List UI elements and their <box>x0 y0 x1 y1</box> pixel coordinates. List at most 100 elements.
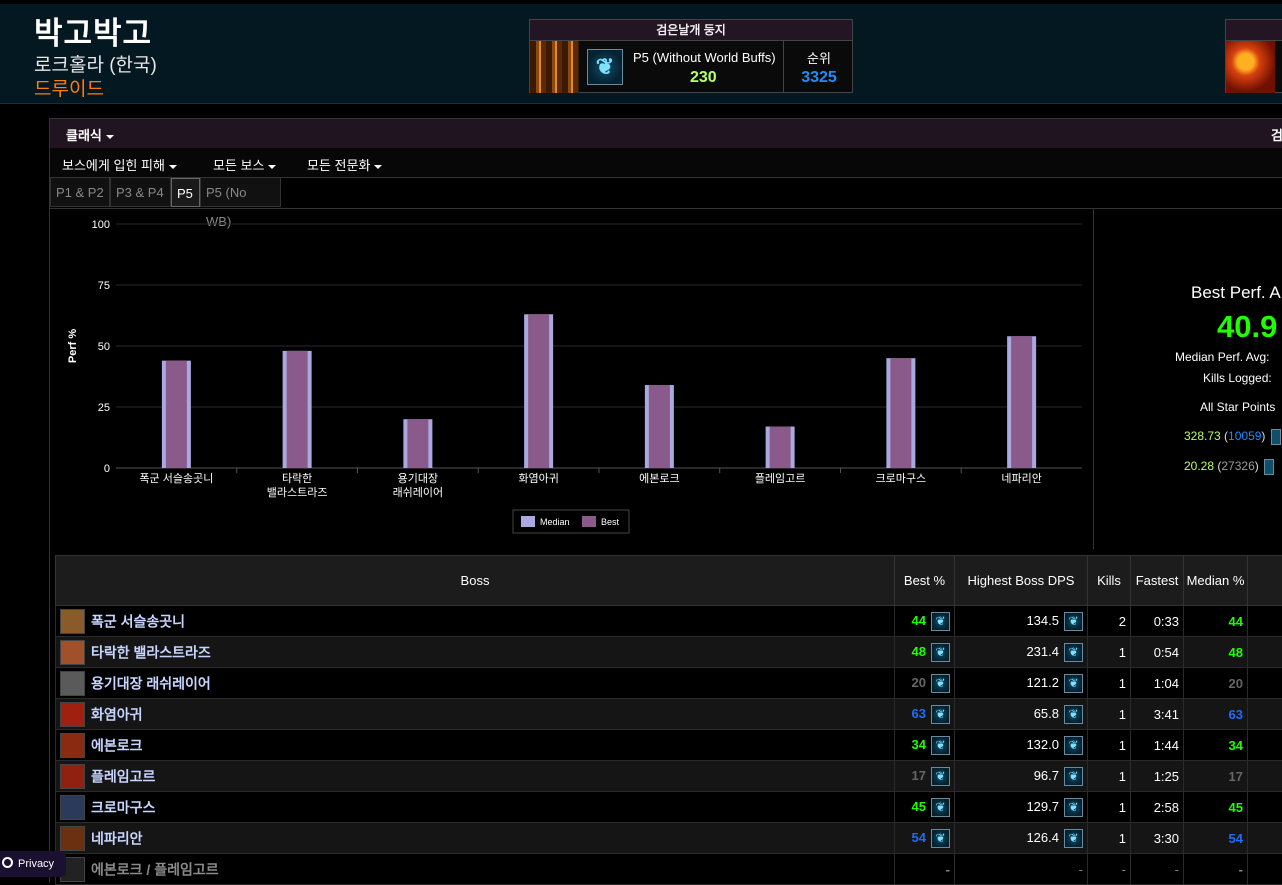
median-pct: 34 <box>1229 738 1243 753</box>
kills-logged-label: Kills Logged: <box>1203 371 1272 385</box>
best-pct-cell[interactable]: 63❦ <box>895 699 955 730</box>
boss-cell[interactable]: 에본로크 <box>56 730 895 761</box>
highest-dps: 231.4 <box>1026 643 1059 658</box>
tab-p5[interactable]: P5 <box>171 178 200 207</box>
median-pct: 20 <box>1229 676 1243 691</box>
fastest-time: 2:58 <box>1154 800 1179 815</box>
best-pct-cell[interactable]: 44❦ <box>895 606 955 637</box>
boss-filter-dropdown[interactable]: 모든 보스 <box>213 155 276 174</box>
boss-cell[interactable]: 용기대장 래쉬레이어 <box>56 668 895 699</box>
paw-icon: ❦ <box>931 736 950 755</box>
dps-cell[interactable]: 96.7❦ <box>955 761 1088 792</box>
boss-cell[interactable]: 네파리안 <box>56 823 895 854</box>
median-cell: 48 <box>1184 637 1248 668</box>
column-header-kills[interactable]: Kills <box>1088 556 1131 606</box>
boss-name-link[interactable]: 네파리안 <box>91 830 143 846</box>
zone-partition-label: P5 (Without World Buffs) <box>633 50 776 65</box>
dps-cell[interactable]: 65.8❦ <box>955 699 1088 730</box>
boss-cell[interactable]: 에본로크 / 플레임고르 <box>56 854 895 885</box>
best-pct-cell[interactable]: 54❦ <box>895 823 955 854</box>
boss-name-link[interactable]: 폭군 서슬송곳니 <box>91 613 185 629</box>
spec-filter-dropdown[interactable]: 모든 전문화 <box>307 155 382 174</box>
boss-icon <box>60 826 85 851</box>
boss-name-link[interactable]: 화염아귀 <box>91 706 143 722</box>
tab-p1-p2[interactable]: P1 & P2 <box>50 178 110 207</box>
table-row[interactable]: 타락한 밸라스트라즈48❦231.4❦10:5448 <box>56 637 1282 668</box>
metric-dropdown[interactable]: 클래식 <box>66 125 114 144</box>
all-star-row: 328.73 (10059) <box>1184 429 1281 445</box>
paw-icon: ❦ <box>931 798 950 817</box>
dps-cell[interactable]: 231.4❦ <box>955 637 1088 668</box>
median-cell: - <box>1184 854 1248 885</box>
dps-cell[interactable]: 121.2❦ <box>955 668 1088 699</box>
column-header-dps[interactable]: Highest Boss DPS <box>955 556 1088 606</box>
zone-summary-box-2[interactable] <box>1225 19 1282 93</box>
table-row[interactable]: 에본로크 / 플레임고르----- <box>56 854 1282 885</box>
damage-filter-dropdown[interactable]: 보스에게 입힌 피해 <box>62 155 177 174</box>
dps-cell[interactable]: - <box>955 854 1088 885</box>
paw-icon: ❦ <box>931 767 950 786</box>
paw-icon: ❦ <box>587 49 623 85</box>
fastest-cell: 0:54 <box>1131 637 1184 668</box>
highest-dps: 126.4 <box>1026 829 1059 844</box>
table-row[interactable]: 네파리안54❦126.4❦13:3054 <box>56 823 1282 854</box>
boss-cell[interactable]: 화염아귀 <box>56 699 895 730</box>
fastest-time: 3:41 <box>1154 707 1179 722</box>
y-tick-label: 25 <box>98 402 110 414</box>
boss-name-link[interactable]: 에본로크 / 플레임고르 <box>91 861 219 877</box>
table-row[interactable]: 크로마구스45❦129.7❦12:5845 <box>56 792 1282 823</box>
boss-cell[interactable]: 폭군 서슬송곳니 <box>56 606 895 637</box>
column-header-median[interactable]: Median % <box>1184 556 1248 606</box>
table-row[interactable]: 화염아귀63❦65.8❦13:4163 <box>56 699 1282 730</box>
boss-cell[interactable]: 플레임고르 <box>56 761 895 792</box>
highest-dps: 132.0 <box>1026 736 1059 751</box>
extra-cell <box>1248 668 1282 699</box>
x-tick-label: 에본로크 <box>639 472 679 485</box>
dps-cell[interactable]: 126.4❦ <box>955 823 1088 854</box>
best-pct-cell[interactable]: - <box>895 854 955 885</box>
table-row[interactable]: 폭군 서슬송곳니44❦134.5❦20:3344 <box>56 606 1282 637</box>
best-pct-cell[interactable]: 20❦ <box>895 668 955 699</box>
dps-cell[interactable]: 134.5❦ <box>955 606 1088 637</box>
bar-best <box>770 427 791 468</box>
legend-swatch-median <box>521 516 535 527</box>
x-tick-label: 폭군 서슬송곳니 <box>139 472 213 485</box>
boss-name-link[interactable]: 크로마구스 <box>91 799 155 815</box>
column-header-boss[interactable]: Boss <box>56 556 895 606</box>
table-row[interactable]: 에본로크34❦132.0❦11:4434 <box>56 730 1282 761</box>
boss-cell[interactable]: 크로마구스 <box>56 792 895 823</box>
bar-best <box>649 385 670 468</box>
boss-name-link[interactable]: 에본로크 <box>91 737 143 753</box>
dps-cell[interactable]: 129.7❦ <box>955 792 1088 823</box>
star-points-value: 20.28 <box>1184 459 1214 473</box>
highest-dps: - <box>1079 862 1083 877</box>
boss-icon <box>60 702 85 727</box>
privacy-button[interactable]: Privacy <box>0 851 66 877</box>
kills-count: - <box>1122 862 1126 877</box>
tab-p5-no-wb[interactable]: P5 (No WB) <box>200 178 281 207</box>
kills-count: 1 <box>1119 738 1126 753</box>
paw-icon: ❦ <box>1064 798 1083 817</box>
boss-cell[interactable]: 타락한 밸라스트라즈 <box>56 637 895 668</box>
tab-p3-p4[interactable]: P3 & P4 <box>110 178 171 207</box>
best-pct-cell[interactable]: 17❦ <box>895 761 955 792</box>
paw-icon <box>1264 459 1274 475</box>
x-tick-label: 밸라스트라즈 <box>267 486 328 499</box>
best-pct-cell[interactable]: 48❦ <box>895 637 955 668</box>
table-row[interactable]: 용기대장 래쉬레이어20❦121.2❦11:0420 <box>56 668 1282 699</box>
extra-cell <box>1248 823 1282 854</box>
column-header-fastest[interactable]: Fastest <box>1131 556 1184 606</box>
dps-cell[interactable]: 132.0❦ <box>955 730 1088 761</box>
boss-name-link[interactable]: 타락한 밸라스트라즈 <box>91 644 211 660</box>
column-header-best[interactable]: Best % <box>895 556 955 606</box>
zone-summary-box[interactable]: 검은날개 둥지 ❦ P5 (Without World Buffs) 230 순… <box>529 19 853 93</box>
table-row[interactable]: 플레임고르17❦96.7❦11:2517 <box>56 761 1282 792</box>
boss-table: Boss Best % Highest Boss DPS Kills Faste… <box>55 555 1282 885</box>
best-pct-cell[interactable]: 34❦ <box>895 730 955 761</box>
boss-name-link[interactable]: 용기대장 래쉬레이어 <box>91 675 211 691</box>
metric-right-label[interactable]: 검 <box>1271 125 1282 144</box>
highest-dps: 121.2 <box>1026 674 1059 689</box>
best-pct: 44 <box>912 612 926 627</box>
best-pct-cell[interactable]: 45❦ <box>895 792 955 823</box>
boss-name-link[interactable]: 플레임고르 <box>91 768 155 784</box>
